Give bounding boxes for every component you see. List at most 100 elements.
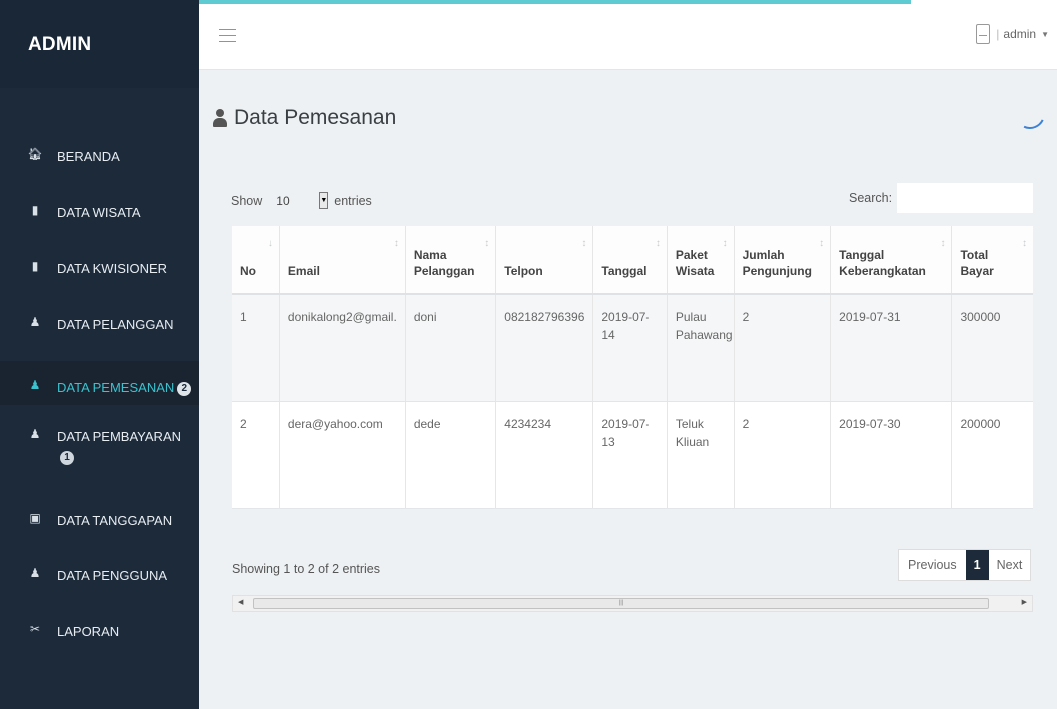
table-cell: 2019-07-31 — [830, 294, 953, 402]
table-cell: dede — [405, 401, 497, 509]
column-header-total-bayar[interactable]: ↕ Total Bayar — [951, 226, 1033, 295]
scroll-thumb[interactable]: ||| — [253, 598, 989, 609]
column-header-telpon[interactable]: ↕ Telpon — [495, 226, 594, 295]
loading-bar — [199, 0, 911, 4]
table-cell: donikalong2@gmail. — [279, 294, 406, 402]
column-header-nama-pelanggan[interactable]: ↕ Nama Pelanggan — [405, 226, 497, 295]
column-label: Paket Wisata — [675, 248, 715, 278]
sort-icon: ↕ — [393, 238, 399, 249]
top-bar: | admin ▼ — [199, 0, 1057, 70]
sidebar-item-laporan[interactable]: ✂ LAPORAN — [0, 613, 199, 669]
sort-icon: ↕ — [819, 238, 825, 249]
entries-value: 10 — [276, 194, 290, 208]
sidebar-item-data-pembayaran[interactable]: ♟ DATA PEMBAYARAN 1 — [0, 418, 199, 474]
menu-toggle-icon[interactable] — [219, 29, 236, 47]
table-cell: 2019-07-13 — [592, 401, 668, 509]
sidebar-item-label: DATA PELANGGAN — [57, 315, 174, 335]
table-cell: 1 — [232, 294, 280, 402]
sidebar-item-data-tanggapan[interactable]: ▣ DATA TANGGAPAN — [0, 502, 199, 557]
sort-icon: ↕ — [1022, 238, 1027, 249]
table-cell: 2 — [232, 401, 280, 509]
username: admin — [1003, 27, 1037, 41]
sidebar-item-data-kwisioner[interactable]: ▮ DATA KWISIONER — [0, 250, 199, 306]
count-badge: 1 — [60, 451, 74, 465]
table-cell: 2 — [734, 294, 832, 402]
sidebar-item-data-pengguna[interactable]: ♟ DATA PENGGUNA — [0, 557, 199, 613]
sidebar-item-label: DATA TANGGAPAN — [57, 511, 172, 531]
sidebar-item-text: BERANDA — [57, 149, 120, 164]
table-cell: 2 — [734, 401, 832, 509]
sidebar-item-beranda[interactable]: 🏠︎ BERANDA — [0, 138, 199, 194]
brand-title[interactable]: ADMIN — [0, 0, 199, 88]
search-input[interactable] — [897, 183, 1034, 213]
entries-label: entries — [334, 194, 372, 208]
column-header-paket-wisata[interactable]: ↕ Paket Wisata — [667, 226, 735, 295]
column-header-email[interactable]: ↕ Email — [279, 226, 406, 295]
home-icon: 🏠︎ — [27, 147, 43, 161]
column-label: Tanggal — [601, 264, 647, 278]
divider: | — [996, 27, 1000, 41]
column-label: Tanggal Keberangkatan — [839, 248, 926, 278]
avatar-icon — [976, 24, 991, 44]
sort-icon: ↓ — [267, 238, 273, 249]
table-body: 1 donikalong2@gmail. doni 082182796396 2019-… — [232, 294, 1033, 509]
sidebar-item-label: DATA KWISIONER — [57, 259, 167, 279]
sidebar-item-label: DATA PEMESANAN 2 — [57, 378, 192, 398]
column-header-no[interactable]: ↓ No — [232, 226, 280, 295]
next-button[interactable]: Next — [989, 550, 1031, 580]
sidebar-item-text: DATA TANGGAPAN — [57, 513, 173, 528]
column-header-jumlah-pengunjung[interactable]: ↕ Jumlah Pengunjung — [734, 226, 832, 295]
page-title: Data Pemesanan — [213, 106, 396, 130]
sidebar-item-text: DATA KWISIONER — [57, 261, 168, 276]
sort-icon: ↕ — [484, 238, 490, 249]
horizontal-scrollbar[interactable]: ◀ ||| ▶ — [232, 595, 1033, 612]
user-menu[interactable]: | admin ▼ — [976, 24, 1049, 44]
column-label: Nama Pelanggan — [413, 248, 475, 278]
scroll-left-icon[interactable]: ◀ — [238, 598, 243, 606]
user-icon: ♟ — [29, 427, 41, 441]
table-cell: Pulau Pahawang — [667, 294, 735, 402]
user-icon: ♟ — [29, 566, 41, 580]
page-title-text: Data Pemesanan — [234, 106, 397, 129]
show-label: Show — [231, 194, 263, 208]
sidebar: ADMIN 🏠︎ BERANDA ▮ DATA WISATA ▮ DATA KWISION… — [0, 0, 199, 709]
search-label: Search: — [849, 191, 893, 205]
entries-select[interactable]: 10 ▼ — [268, 190, 329, 212]
user-icon: ♟ — [29, 378, 41, 392]
sidebar-item-label: DATA PENGGUNA — [57, 566, 167, 586]
table-cell: 200000 — [951, 401, 1033, 509]
table-cell: 2019-07-30 — [830, 401, 953, 509]
sidebar-item-label: DATA WISATA — [57, 203, 141, 223]
data-table: ↓ No ↕ Email ↕ Nama Pelanggan ↕ Telpon ↕ Tanggal ↕… — [232, 226, 1033, 509]
sidebar-item-data-pelanggan[interactable]: ♟ DATA PELANGGAN — [0, 306, 199, 361]
tools-icon: ✂ — [29, 622, 41, 636]
column-header-tanggal[interactable]: ↕ Tanggal — [592, 226, 668, 295]
user-icon: ♟ — [29, 315, 41, 329]
pagination: Previous 1 Next — [898, 549, 1032, 581]
file-icon: ▮ — [31, 203, 39, 217]
previous-button[interactable]: Previous — [899, 550, 966, 580]
length-control: Show 10 ▼ entries — [231, 190, 372, 212]
sidebar-item-data-wisata[interactable]: ▮ DATA WISATA — [0, 194, 199, 250]
calendar-icon: ▣ — [29, 511, 41, 525]
count-badge: 2 — [177, 382, 192, 396]
sort-icon: ↕ — [655, 238, 661, 249]
sidebar-item-label: BERANDA — [57, 147, 120, 167]
sidebar-item-text: DATA PEMESANAN — [57, 380, 175, 395]
column-header-tanggal-keberangkatan[interactable]: ↕ Tanggal Keberangkatan — [830, 226, 953, 295]
chevron-down-icon[interactable]: ▼ — [319, 192, 329, 209]
table-row[interactable]: 2 dera@yahoo.com dede 4234234 2019-07-13 Telu… — [232, 401, 1033, 509]
sort-icon: ↕ — [581, 238, 587, 249]
table-cell: dera@yahoo.com — [279, 401, 406, 509]
sidebar-item-data-pemesanan[interactable]: ♟ DATA PEMESANAN 2 — [0, 361, 199, 405]
sort-icon: ↕ — [722, 238, 728, 249]
page-1-button[interactable]: 1 — [965, 550, 989, 580]
sort-icon: ↕ — [940, 238, 946, 249]
user-icon — [213, 109, 227, 127]
table-cell: doni — [405, 294, 497, 402]
sidebar-item-text: DATA PELANGGAN — [57, 317, 174, 332]
table-row[interactable]: 1 donikalong2@gmail. doni 082182796396 2019-… — [232, 294, 1033, 402]
scroll-right-icon[interactable]: ▶ — [1022, 598, 1027, 606]
sidebar-item-text: DATA PEMBAYARAN — [57, 429, 182, 444]
sidebar-item-label: LAPORAN — [57, 622, 119, 642]
